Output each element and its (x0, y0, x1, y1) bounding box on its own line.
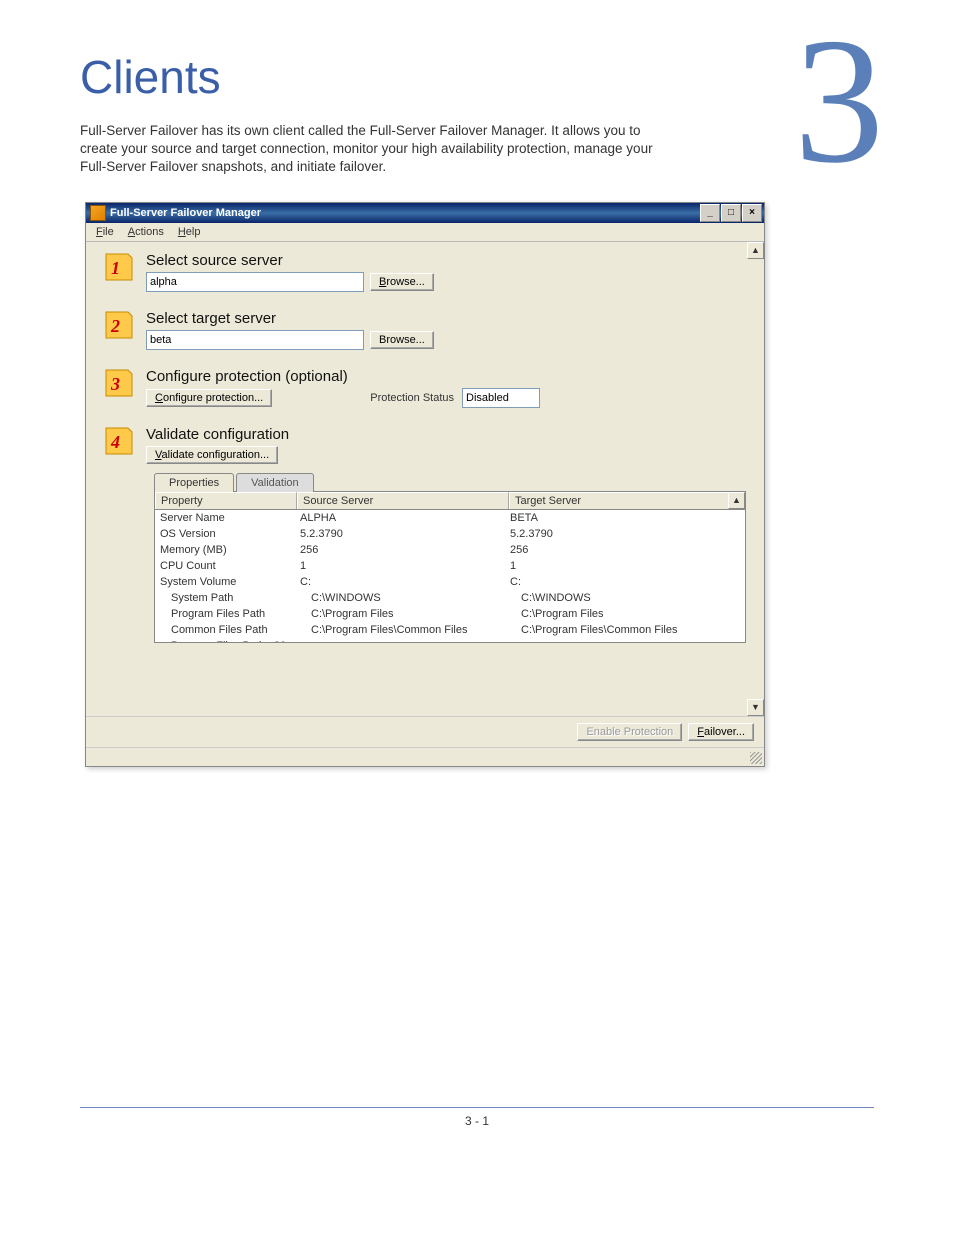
table-row[interactable]: CPU Count11 (155, 558, 745, 574)
cell-property: CPU Count (155, 558, 295, 574)
step-1-title: Select source server (146, 252, 756, 269)
cell-source (306, 638, 516, 643)
cell-target (516, 638, 745, 643)
cell-target: C:\WINDOWS (516, 590, 745, 606)
svg-text:3: 3 (110, 374, 120, 394)
tab-strip: Properties Validation (154, 472, 756, 491)
svg-text:1: 1 (111, 258, 120, 278)
cell-target: C: (505, 574, 745, 590)
protection-status-value (462, 388, 540, 408)
cell-source: C:\Program Files (306, 606, 516, 622)
validate-configuration-button[interactable]: Validate configuration... (146, 446, 278, 464)
svg-text:2: 2 (110, 316, 120, 336)
step-1: 1 Select source server Browse... (104, 252, 756, 292)
app-icon (90, 205, 106, 221)
step-4: 4 Validate configuration Validate config… (104, 426, 756, 464)
menu-actions[interactable]: Actions (124, 225, 168, 239)
table-row[interactable]: Program Files Path x86 (155, 638, 745, 643)
cell-source: 256 (295, 542, 505, 558)
cell-property: System Volume (155, 574, 295, 590)
chapter-number: 3 (794, 20, 884, 182)
cell-property: Common Files Path (155, 622, 306, 638)
intro-paragraph: Full-Server Failover has its own client … (80, 122, 680, 177)
menu-help[interactable]: Help (174, 225, 205, 239)
cell-target: 1 (505, 558, 745, 574)
window-title: Full-Server Failover Manager (110, 207, 700, 219)
configure-protection-button[interactable]: Configure protection... (146, 389, 272, 407)
step-3-icon: 3 (104, 368, 134, 398)
properties-table: Property Source Server Target Server Ser… (154, 491, 746, 643)
table-row[interactable]: Common Files PathC:\Program Files\Common… (155, 622, 745, 638)
table-row[interactable]: Program Files PathC:\Program FilesC:\Pro… (155, 606, 745, 622)
page-title: Clients (80, 50, 874, 104)
cell-property: OS Version (155, 526, 295, 542)
table-row[interactable]: System VolumeC:C: (155, 574, 745, 590)
menu-bar: File Actions Help (86, 223, 764, 242)
table-header: Property Source Server Target Server (155, 492, 745, 510)
app-window: Full-Server Failover Manager _ □ × File … (85, 202, 765, 767)
step-3: 3 Configure protection (optional) Config… (104, 368, 756, 408)
cell-target: C:\Program Files\Common Files (516, 622, 745, 638)
cell-source: ALPHA (295, 510, 505, 526)
table-row[interactable]: System PathC:\WINDOWSC:\WINDOWS (155, 590, 745, 606)
cell-source: C:\Program Files\Common Files (306, 622, 516, 638)
cell-source: 5.2.3790 (295, 526, 505, 542)
enable-protection-button: Enable Protection (577, 723, 682, 741)
cell-target: C:\Program Files (516, 606, 745, 622)
header-source[interactable]: Source Server (297, 492, 509, 509)
step-2-title: Select target server (146, 310, 756, 327)
cell-target: 5.2.3790 (505, 526, 745, 542)
failover-button[interactable]: Failover... (688, 723, 754, 741)
header-target[interactable]: Target Server (509, 492, 745, 509)
maximize-button[interactable]: □ (721, 204, 741, 222)
tab-validation[interactable]: Validation (236, 473, 314, 492)
browse-source-button[interactable]: Browse... (370, 273, 434, 291)
status-bar (86, 747, 764, 766)
table-row[interactable]: OS Version5.2.37905.2.3790 (155, 526, 745, 542)
target-server-input[interactable] (146, 330, 364, 350)
tab-properties[interactable]: Properties (154, 473, 234, 492)
table-scroll-up-icon[interactable]: ▲ (728, 492, 745, 509)
resize-grip-icon[interactable] (750, 752, 762, 764)
app-body: ▲ 1 Select source server Browse... 2 Sel… (86, 242, 764, 716)
table-body: Server NameALPHABETAOS Version5.2.37905.… (155, 510, 745, 643)
browse-target-button[interactable]: Browse... (370, 331, 434, 349)
menu-file[interactable]: File (92, 225, 118, 239)
cell-target: BETA (505, 510, 745, 526)
close-button[interactable]: × (742, 204, 762, 222)
cell-property: System Path (155, 590, 306, 606)
cell-property: Memory (MB) (155, 542, 295, 558)
table-row[interactable]: Memory (MB)256256 (155, 542, 745, 558)
step-1-icon: 1 (104, 252, 134, 282)
cell-source: C: (295, 574, 505, 590)
cell-source: 1 (295, 558, 505, 574)
minimize-button[interactable]: _ (700, 204, 720, 222)
scroll-down-icon[interactable]: ▼ (747, 699, 764, 716)
scroll-up-icon[interactable]: ▲ (747, 242, 764, 259)
page-footer: 3 - 1 (80, 1107, 874, 1128)
source-server-input[interactable] (146, 272, 364, 292)
title-bar[interactable]: Full-Server Failover Manager _ □ × (86, 203, 764, 223)
table-row[interactable]: Server NameALPHABETA (155, 510, 745, 526)
header-property[interactable]: Property (155, 492, 297, 509)
cell-property: Server Name (155, 510, 295, 526)
svg-text:4: 4 (110, 432, 120, 452)
cell-target: 256 (505, 542, 745, 558)
step-3-title: Configure protection (optional) (146, 368, 756, 385)
step-4-icon: 4 (104, 426, 134, 456)
cell-source: C:\WINDOWS (306, 590, 516, 606)
step-4-title: Validate configuration (146, 426, 756, 443)
cell-property: Program Files Path x86 (155, 638, 306, 643)
cell-property: Program Files Path (155, 606, 306, 622)
step-2: 2 Select target server Browse... (104, 310, 756, 350)
bottom-button-bar: Enable Protection Failover... (86, 716, 764, 747)
step-2-icon: 2 (104, 310, 134, 340)
protection-status-label: Protection Status (370, 392, 454, 404)
